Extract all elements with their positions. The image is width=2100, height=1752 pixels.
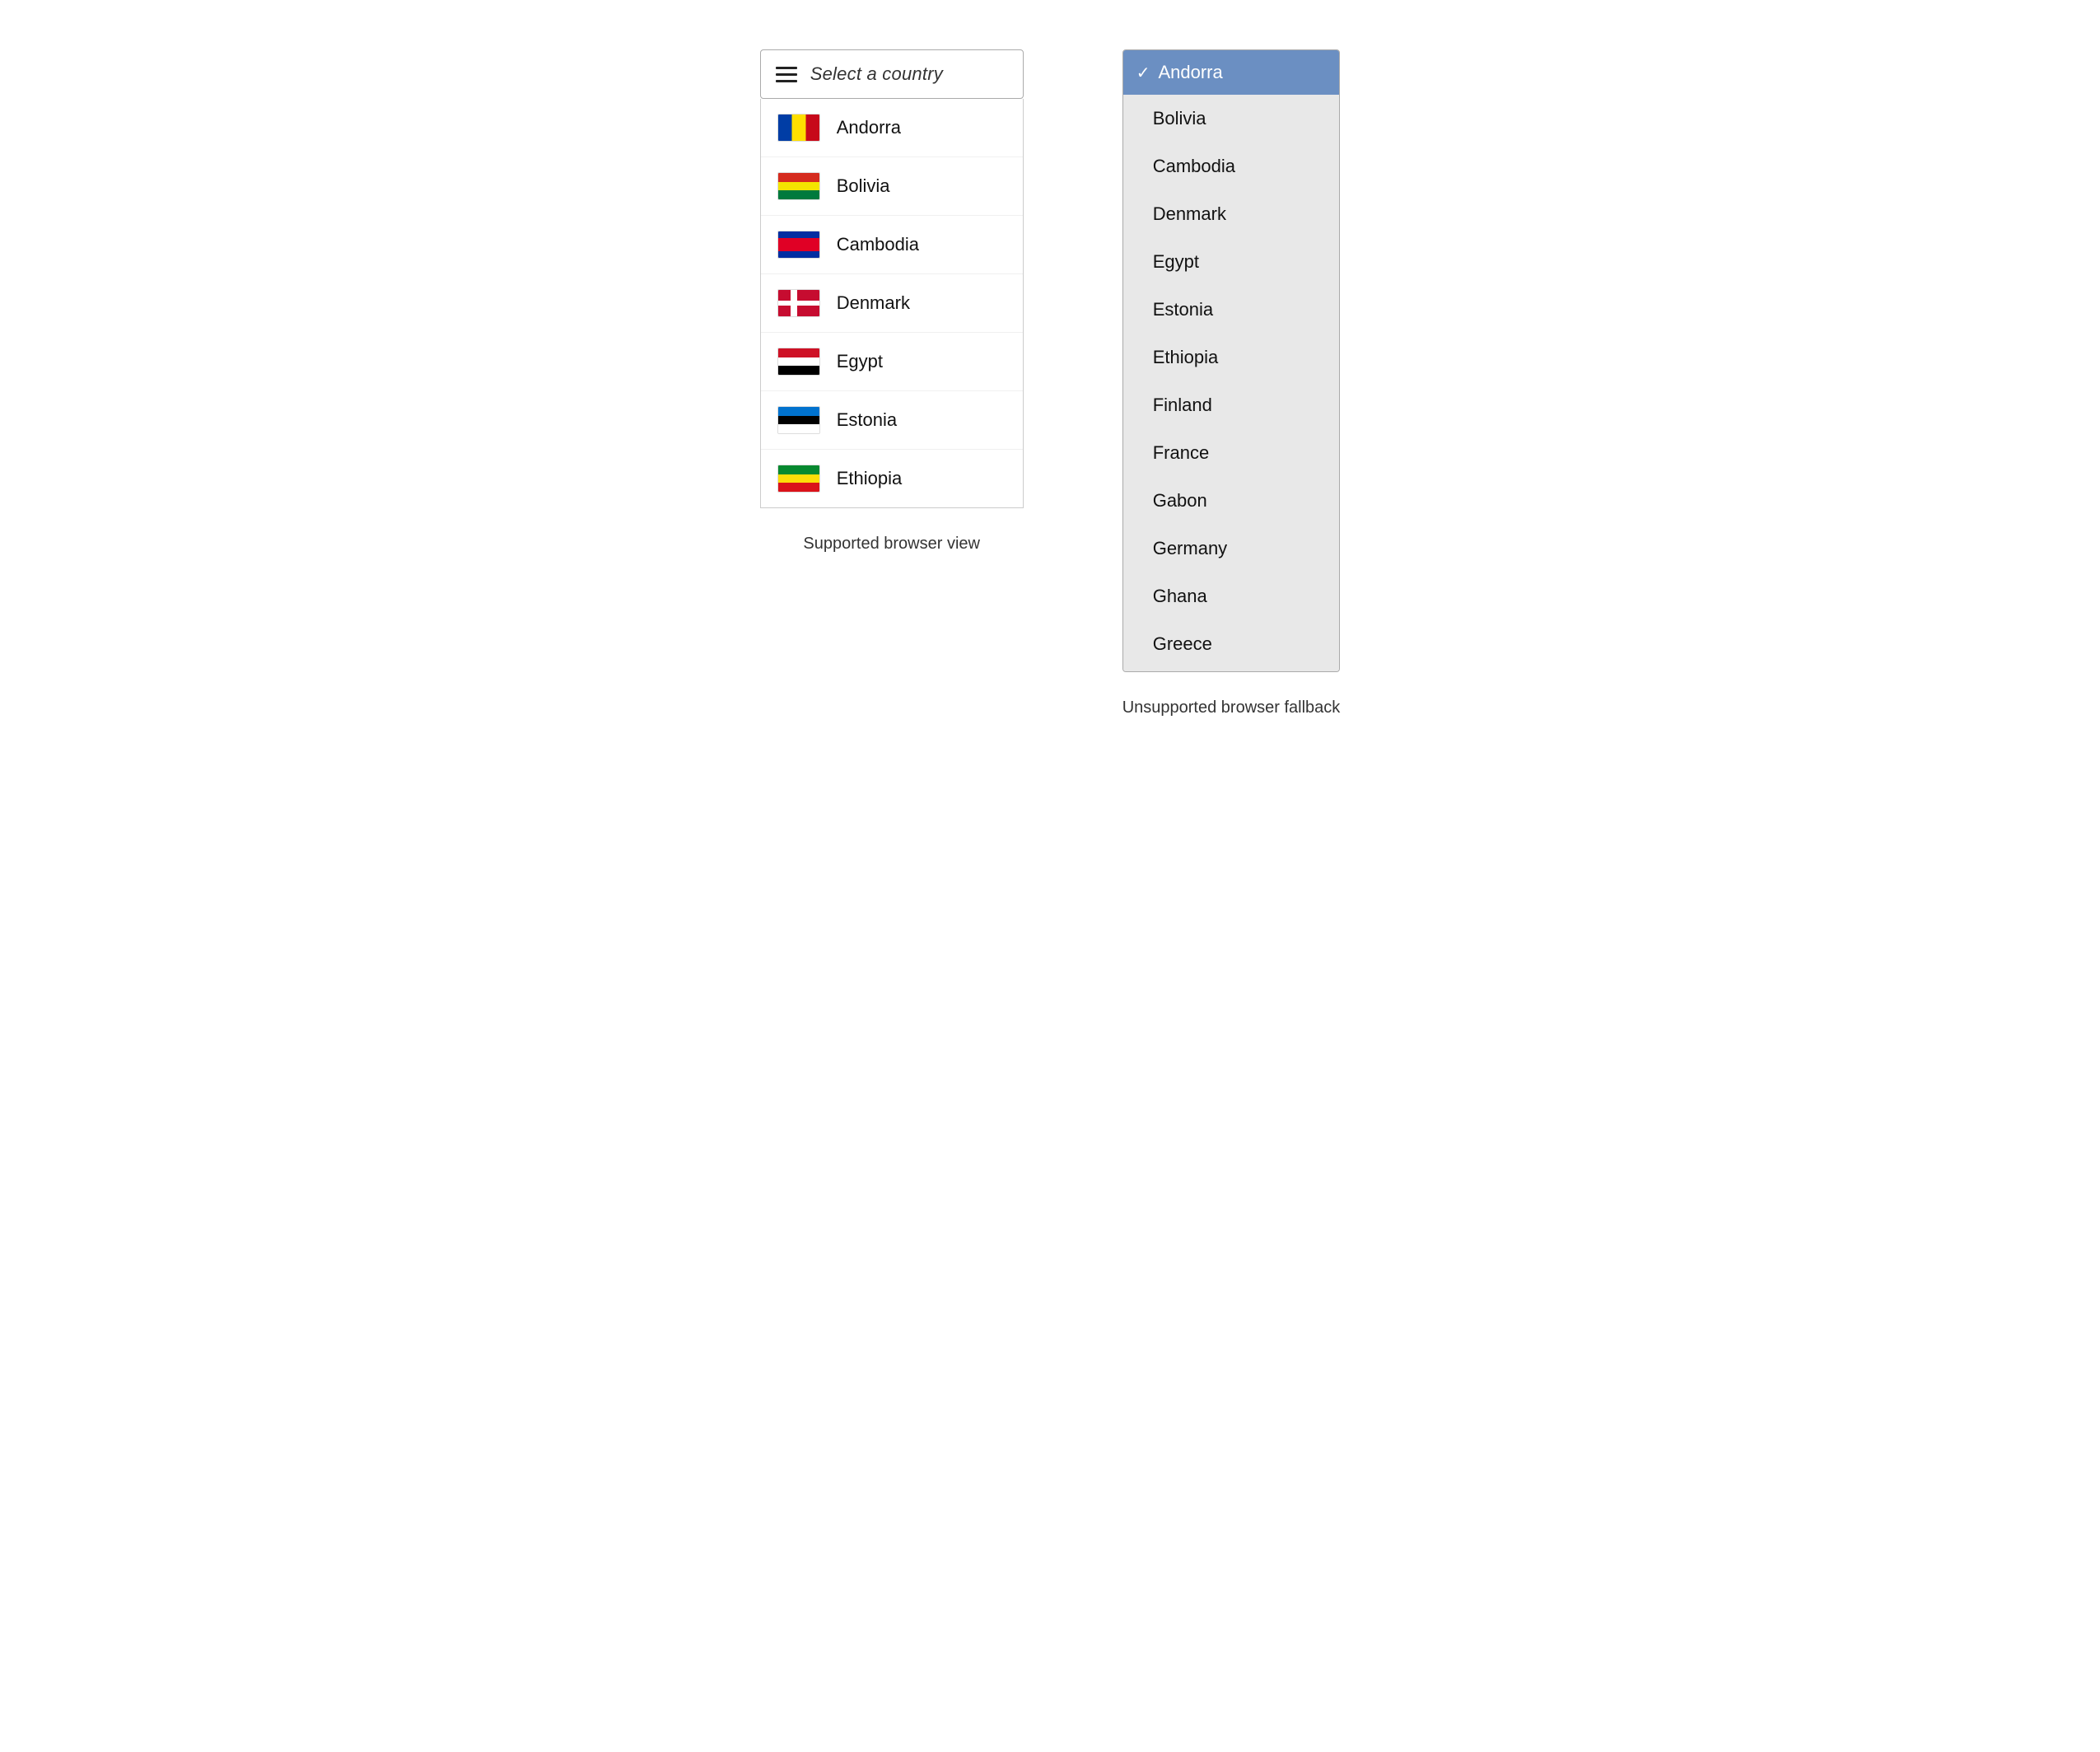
selected-option[interactable]: ✓ Andorra bbox=[1123, 50, 1340, 95]
native-select[interactable]: ✓ Andorra Bolivia Cambodia Denmark Egypt… bbox=[1122, 49, 1341, 672]
country-label: Denmark bbox=[837, 292, 910, 314]
selected-value: Andorra bbox=[1158, 62, 1222, 83]
flag-denmark bbox=[777, 289, 820, 317]
page-wrapper: Select a country Andorra Bolivia bbox=[760, 49, 1341, 717]
country-label: Estonia bbox=[837, 409, 897, 431]
hamburger-icon bbox=[776, 67, 797, 82]
country-label: Cambodia bbox=[837, 234, 919, 255]
option-list[interactable]: Bolivia Cambodia Denmark Egypt Estonia E… bbox=[1123, 95, 1340, 671]
right-panel: ✓ Andorra Bolivia Cambodia Denmark Egypt… bbox=[1122, 49, 1341, 717]
list-item[interactable]: Ethiopia bbox=[1123, 334, 1340, 381]
flag-cambodia bbox=[777, 231, 820, 259]
left-panel-label: Supported browser view bbox=[803, 535, 980, 554]
list-item[interactable]: Egypt bbox=[761, 333, 1023, 391]
list-item[interactable]: Ethiopia bbox=[761, 450, 1023, 507]
hamburger-line-3 bbox=[776, 80, 797, 82]
list-item[interactable]: Andorra bbox=[761, 99, 1023, 157]
hamburger-line-1 bbox=[776, 67, 797, 69]
right-panel-label: Unsupported browser fallback bbox=[1122, 698, 1341, 717]
list-item[interactable]: Guatemala bbox=[1123, 668, 1340, 671]
hamburger-line-2 bbox=[776, 73, 797, 76]
list-item[interactable]: Estonia bbox=[1123, 286, 1340, 334]
country-label: Egypt bbox=[837, 351, 883, 372]
list-item[interactable]: Greece bbox=[1123, 620, 1340, 668]
list-item[interactable]: Denmark bbox=[1123, 190, 1340, 238]
list-item[interactable]: Gabon bbox=[1123, 477, 1340, 525]
list-item[interactable]: France bbox=[1123, 429, 1340, 477]
list-item[interactable]: Cambodia bbox=[761, 216, 1023, 274]
country-label: Bolivia bbox=[837, 175, 890, 197]
list-item[interactable]: Denmark bbox=[761, 274, 1023, 333]
left-panel: Select a country Andorra Bolivia bbox=[760, 49, 1024, 554]
country-label: Andorra bbox=[837, 117, 901, 138]
select-placeholder: Select a country bbox=[810, 63, 943, 85]
flag-egypt bbox=[777, 348, 820, 376]
list-item[interactable]: Egypt bbox=[1123, 238, 1340, 286]
custom-dropdown[interactable]: Andorra Bolivia bbox=[760, 99, 1024, 508]
list-item[interactable]: Finland bbox=[1123, 381, 1340, 429]
flag-andorra bbox=[777, 114, 820, 142]
list-item[interactable]: Cambodia bbox=[1123, 142, 1340, 190]
select-trigger[interactable]: Select a country bbox=[760, 49, 1024, 99]
list-item[interactable]: Estonia bbox=[761, 391, 1023, 450]
country-label: Ethiopia bbox=[837, 468, 903, 489]
list-item[interactable]: Ghana bbox=[1123, 572, 1340, 620]
flag-ethiopia bbox=[777, 465, 820, 493]
checkmark-icon: ✓ bbox=[1136, 63, 1150, 83]
list-item[interactable]: Bolivia bbox=[761, 157, 1023, 216]
flag-estonia bbox=[777, 406, 820, 434]
list-item[interactable]: Bolivia bbox=[1123, 95, 1340, 142]
flag-bolivia bbox=[777, 172, 820, 200]
custom-select[interactable]: Select a country Andorra Bolivia bbox=[760, 49, 1024, 508]
list-item[interactable]: Germany bbox=[1123, 525, 1340, 572]
